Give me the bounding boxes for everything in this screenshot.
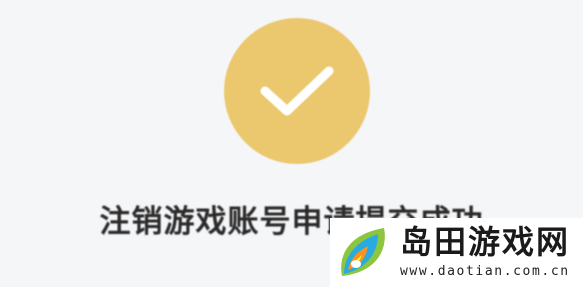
watermark-name: 岛田游戏网 xyxy=(400,223,571,261)
screen: 注销游戏账号申请提交成功 岛田游戏网 www.daotian.com.cn xyxy=(0,0,583,287)
leaf-logo-icon xyxy=(341,228,385,276)
checkmark-icon xyxy=(260,66,334,116)
watermark-url: www.daotian.com.cn xyxy=(400,264,570,279)
watermark: 岛田游戏网 www.daotian.com.cn xyxy=(330,218,583,287)
success-badge xyxy=(224,18,370,164)
